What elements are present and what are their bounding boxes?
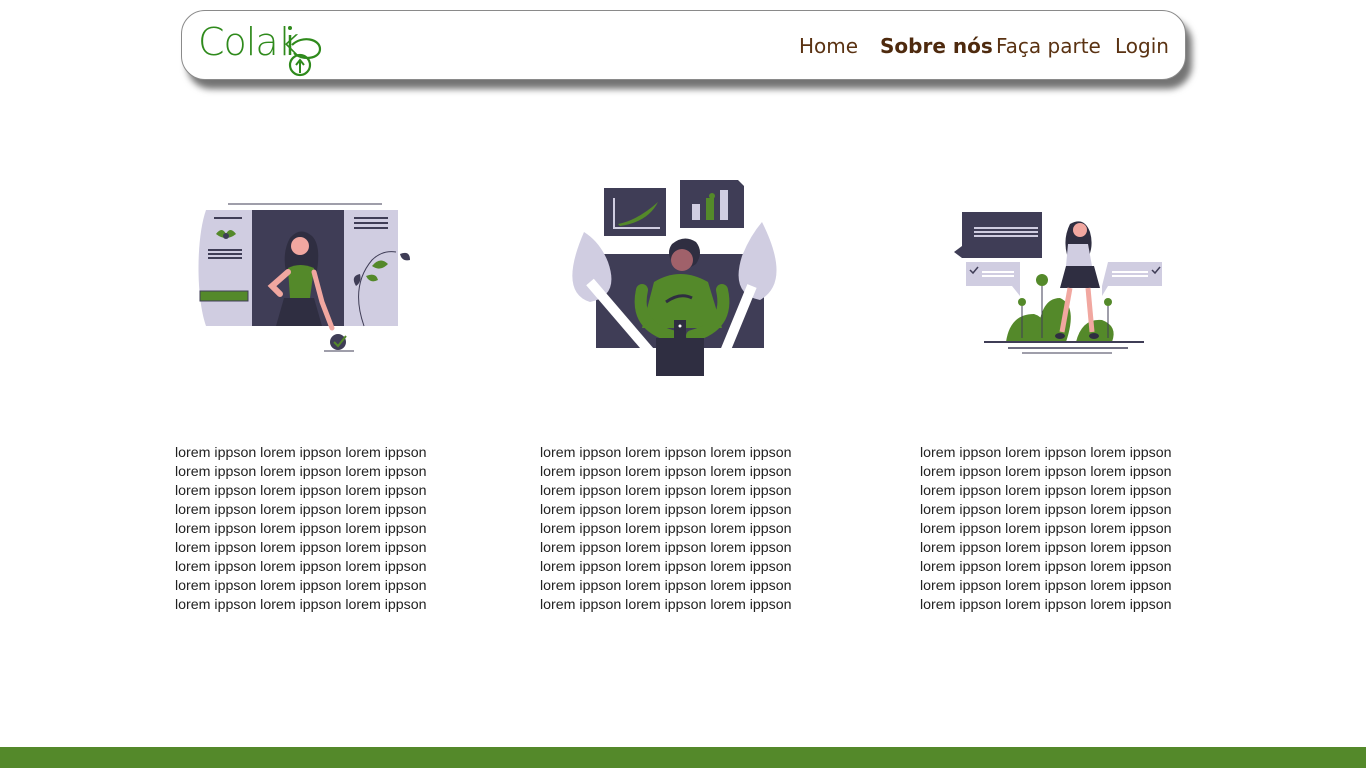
- paragraph-line: lorem ippson lorem ippson lorem ippson: [920, 540, 1172, 556]
- illustration-woman-window: [196, 198, 412, 354]
- paragraph-line: lorem ippson lorem ippson lorem ippson: [540, 502, 792, 518]
- paragraph-line: lorem ippson lorem ippson lorem ippson: [175, 559, 427, 575]
- paragraph-line: lorem ippson lorem ippson lorem ippson: [175, 578, 427, 594]
- paragraph-line: lorem ippson lorem ippson lorem ippson: [540, 578, 792, 594]
- paragraph-line: lorem ippson lorem ippson lorem ippson: [920, 559, 1172, 575]
- paragraph-line: lorem ippson lorem ippson lorem ippson: [540, 540, 792, 556]
- svg-text:Colak: Colak: [198, 20, 299, 64]
- illustration-woman-chat: [952, 210, 1166, 356]
- about-text-column-3: lorem ippson lorem ippson lorem ippson l…: [920, 444, 1210, 615]
- footer-bar: [0, 747, 1366, 768]
- illustration-man-charts: [566, 178, 786, 376]
- paragraph-line: lorem ippson lorem ippson lorem ippson: [540, 483, 792, 499]
- paragraph-line: lorem ippson lorem ippson lorem ippson: [540, 597, 792, 613]
- paragraph-line: lorem ippson lorem ippson lorem ippson: [175, 502, 427, 518]
- paragraph-line: lorem ippson lorem ippson lorem ippson: [175, 445, 427, 461]
- paragraph-line: lorem ippson lorem ippson lorem ippson: [920, 597, 1172, 613]
- paragraph-line: lorem ippson lorem ippson lorem ippson: [920, 521, 1172, 537]
- nav-join-link[interactable]: Faça parte: [996, 33, 1101, 59]
- paragraph-line: lorem ippson lorem ippson lorem ippson: [175, 521, 427, 537]
- paragraph-line: lorem ippson lorem ippson lorem ippson: [540, 464, 792, 480]
- paragraph-line: lorem ippson lorem ippson lorem ippson: [920, 464, 1172, 480]
- logo-icon: Colak: [198, 20, 322, 77]
- paragraph-line: lorem ippson lorem ippson lorem ippson: [175, 483, 427, 499]
- brand-logo[interactable]: Colak: [198, 17, 328, 77]
- nav-login-link[interactable]: Login: [1115, 33, 1169, 59]
- about-text-column-2: lorem ippson lorem ippson lorem ippson l…: [540, 444, 830, 615]
- nav-about-link[interactable]: Sobre nós: [880, 33, 993, 59]
- paragraph-line: lorem ippson lorem ippson lorem ippson: [540, 559, 792, 575]
- paragraph-line: lorem ippson lorem ippson lorem ippson: [920, 578, 1172, 594]
- paragraph-line: lorem ippson lorem ippson lorem ippson: [540, 521, 792, 537]
- navbar: Colak Home Sobre nós Faça parte Login: [181, 10, 1186, 80]
- paragraph-line: lorem ippson lorem ippson lorem ippson: [175, 464, 427, 480]
- paragraph-line: lorem ippson lorem ippson lorem ippson: [175, 597, 427, 613]
- paragraph-line: lorem ippson lorem ippson lorem ippson: [540, 445, 792, 461]
- paragraph-line: lorem ippson lorem ippson lorem ippson: [175, 540, 427, 556]
- paragraph-line: lorem ippson lorem ippson lorem ippson: [920, 483, 1172, 499]
- paragraph-line: lorem ippson lorem ippson lorem ippson: [920, 445, 1172, 461]
- paragraph-line: lorem ippson lorem ippson lorem ippson: [920, 502, 1172, 518]
- about-text-column-1: lorem ippson lorem ippson lorem ippson l…: [175, 444, 465, 615]
- nav-home-link[interactable]: Home: [799, 33, 858, 59]
